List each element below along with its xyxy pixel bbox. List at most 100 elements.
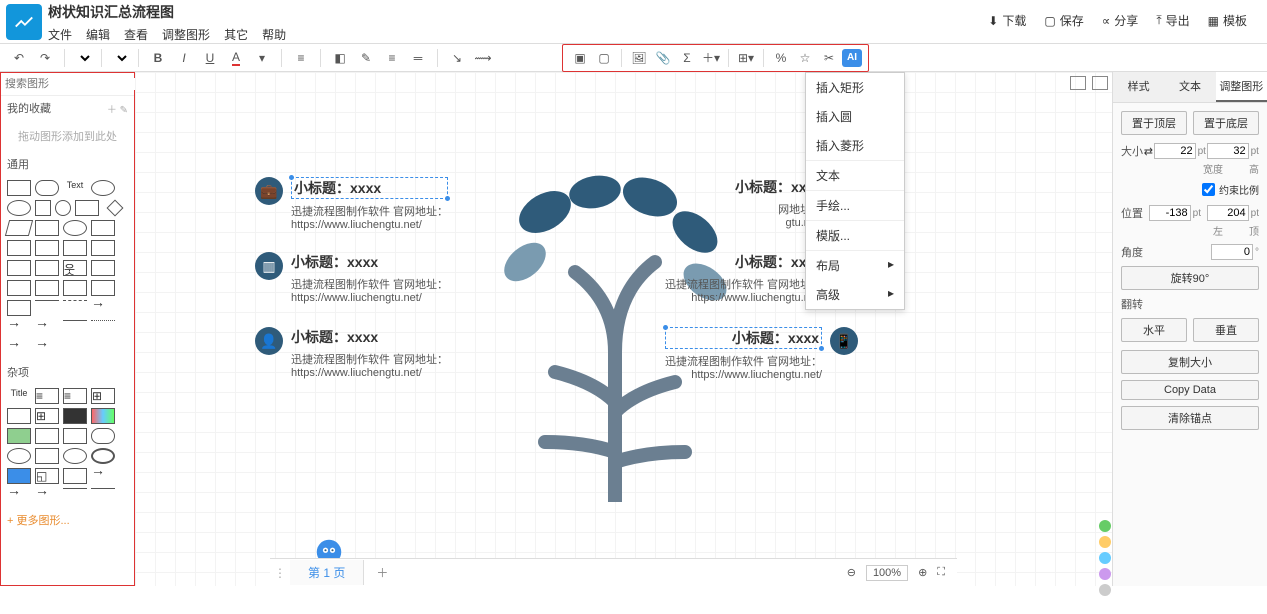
- connector-button[interactable]: ↘: [446, 47, 468, 69]
- shape-trap[interactable]: [63, 240, 87, 256]
- to-back-button[interactable]: ▢: [593, 47, 615, 69]
- font-family-select[interactable]: Arial: [73, 50, 93, 66]
- shape-rect[interactable]: [7, 180, 31, 196]
- clear-anchor-button[interactable]: 清除锚点: [1121, 406, 1259, 430]
- shape-step[interactable]: [35, 240, 59, 256]
- font-color-button[interactable]: A: [225, 47, 247, 69]
- shape-search-input[interactable]: [5, 78, 147, 90]
- line-style-button[interactable]: ≡: [381, 47, 403, 69]
- bring-front-button[interactable]: 置于顶层: [1121, 111, 1187, 135]
- canvas-node-1[interactable]: 💼 小标题：xxxx 迅捷流程图制作软件 官网地址：https://www.li…: [255, 177, 448, 231]
- menu-arrange[interactable]: 调整图形: [162, 26, 210, 43]
- shape-square[interactable]: [35, 200, 51, 216]
- shape-r2[interactable]: [91, 428, 115, 444]
- menu-view[interactable]: 查看: [124, 26, 148, 43]
- shape-arrow2[interactable]: [63, 280, 87, 296]
- menu-insert-circle[interactable]: 插入圆: [806, 102, 904, 131]
- shape-actor[interactable]: 웃: [63, 260, 87, 276]
- underline-button[interactable]: U: [199, 47, 221, 69]
- line-color-button[interactable]: ✎: [355, 47, 377, 69]
- shape-cylinder[interactable]: [63, 220, 87, 236]
- canvas-node-6[interactable]: 📱 小标题：xxxx 迅捷流程图制作软件 官网地址：https://www.li…: [665, 327, 858, 381]
- star-button[interactable]: ☆: [794, 47, 816, 69]
- rotate90-button[interactable]: 旋转90°: [1121, 266, 1259, 290]
- shape-c3[interactable]: [35, 488, 59, 504]
- menu-layout[interactable]: 布局▸: [806, 251, 904, 280]
- italic-button[interactable]: I: [173, 47, 195, 69]
- copy-size-button[interactable]: 复制大小: [1121, 350, 1259, 374]
- shape-roundrect[interactable]: [35, 180, 59, 196]
- shape-callout[interactable]: [35, 260, 59, 276]
- angle-input[interactable]: [1211, 244, 1253, 260]
- menu-insert-rect[interactable]: 插入矩形: [806, 73, 904, 102]
- shape-dotted[interactable]: [91, 320, 115, 321]
- ai-badge[interactable]: AI: [842, 49, 862, 67]
- shape-colorbar[interactable]: [91, 408, 115, 424]
- to-front-button[interactable]: ▣: [569, 47, 591, 69]
- redo-button[interactable]: ↷: [34, 47, 56, 69]
- menu-help[interactable]: 帮助: [262, 26, 286, 43]
- menu-edit[interactable]: 编辑: [86, 26, 110, 43]
- y-input[interactable]: [1207, 205, 1249, 221]
- waypoint-button[interactable]: ⟿: [472, 47, 494, 69]
- x-input[interactable]: [1149, 205, 1191, 221]
- shape-r4[interactable]: [35, 448, 59, 464]
- menu-text[interactable]: 文本: [806, 161, 904, 190]
- export-button[interactable]: ⤒导出: [1156, 12, 1189, 29]
- add-fav-icon[interactable]: ＋ ✎: [107, 101, 128, 116]
- fill-color-button[interactable]: ◧: [329, 47, 351, 69]
- more-shapes-link[interactable]: + 更多图形...: [1, 508, 134, 532]
- shape-c4[interactable]: [63, 488, 87, 489]
- shape-tree[interactable]: [35, 428, 59, 444]
- shape-text[interactable]: Text: [63, 180, 87, 196]
- menu-file[interactable]: 文件: [48, 26, 72, 43]
- tab-arrange[interactable]: 调整图形: [1216, 72, 1267, 102]
- font-size-select[interactable]: 12: [110, 50, 130, 66]
- shape-r3[interactable]: [7, 448, 31, 464]
- insert-button[interactable]: ＋▾: [700, 47, 722, 69]
- shape-green[interactable]: [7, 428, 31, 444]
- tab-text[interactable]: 文本: [1164, 72, 1215, 102]
- shape-ellipse2[interactable]: [7, 200, 31, 216]
- flip-h-button[interactable]: 水平: [1121, 318, 1187, 342]
- menu-advanced[interactable]: 高级▸: [806, 280, 904, 309]
- tab-style[interactable]: 样式: [1113, 72, 1164, 102]
- line-width-button[interactable]: ═: [407, 47, 429, 69]
- flip-v-button[interactable]: 垂直: [1193, 318, 1259, 342]
- dot-blue[interactable]: [1099, 552, 1111, 564]
- copy-data-button[interactable]: Copy Data: [1121, 380, 1259, 400]
- canvas[interactable]: 💼 小标题：xxxx 迅捷流程图制作软件 官网地址：https://www.li…: [135, 72, 1112, 586]
- shape-c5[interactable]: [91, 488, 115, 489]
- shape-title[interactable]: Title: [7, 388, 31, 404]
- shape-r5[interactable]: [63, 448, 87, 464]
- dot-grey[interactable]: [1099, 584, 1111, 596]
- shape-line[interactable]: [35, 300, 59, 301]
- collapse-right-button[interactable]: [1092, 76, 1108, 90]
- misc-shapes-header[interactable]: 杂项: [7, 364, 29, 380]
- shape-cyl2[interactable]: [63, 468, 87, 484]
- swap-size-icon[interactable]: ⇄: [1144, 145, 1153, 158]
- shape-diamond[interactable]: [107, 200, 124, 217]
- fit-button[interactable]: ⛶: [937, 566, 945, 579]
- insert-image-button[interactable]: 🖼: [628, 47, 650, 69]
- shape-conn2[interactable]: [35, 340, 59, 356]
- dot-purple[interactable]: [1099, 568, 1111, 580]
- shape-curve[interactable]: [63, 320, 87, 321]
- shape-c2[interactable]: [7, 488, 31, 504]
- shape-grid[interactable]: ⊞: [35, 408, 59, 424]
- shape-doc[interactable]: [91, 240, 115, 256]
- share-button[interactable]: ∝分享: [1102, 12, 1139, 29]
- lock-ratio-checkbox[interactable]: [1202, 183, 1215, 196]
- dot-green[interactable]: [1099, 520, 1111, 532]
- shape-parallelogram[interactable]: [5, 220, 33, 236]
- pages-menu-icon[interactable]: ⋮: [270, 566, 290, 580]
- shape-r1[interactable]: [63, 428, 87, 444]
- zoom-level[interactable]: 100%: [866, 565, 908, 581]
- shape-arrow-line[interactable]: [91, 300, 115, 316]
- save-button[interactable]: ▢保存: [1044, 12, 1083, 29]
- menu-freehand[interactable]: 手绘...: [806, 191, 904, 220]
- shape-card[interactable]: [7, 240, 31, 256]
- shape-list1[interactable]: ≡: [35, 388, 59, 404]
- formula-button[interactable]: Σ: [676, 47, 698, 69]
- download-button[interactable]: ⬇下载: [988, 12, 1026, 29]
